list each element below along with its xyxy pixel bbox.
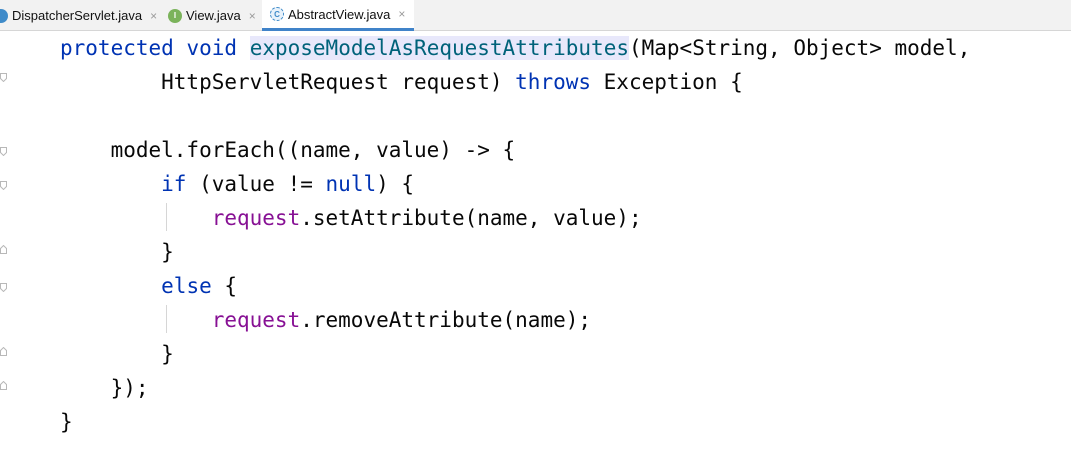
code-text: .setAttribute(name, value); [300,206,642,230]
code-method-name: exposeModelAsRequestAttributes [249,36,629,60]
editor-tab-bar: DispatcherServlet.java × I View.java × C… [0,0,1071,31]
code-field: request [211,206,301,230]
close-icon[interactable]: × [150,9,157,23]
code-line: } [60,235,174,269]
code-line: } [60,337,174,371]
fold-end-marker-icon[interactable] [0,381,7,390]
code-line: if (value != null) { [60,167,414,201]
code-text: { [211,274,238,298]
tab-abstract-view[interactable]: C AbstractView.java × [262,0,414,31]
code-text: }); [60,376,149,400]
code-keyword: null [325,172,377,196]
code-text: model.forEach((name, value) -> { [60,138,516,162]
code-line: protected void exposeModelAsRequestAttri… [60,31,970,65]
code-line: request.setAttribute(name, value); [60,201,642,235]
fold-marker-icon[interactable] [0,147,7,156]
code-text: (value != [186,172,326,196]
code-text: } [60,342,174,366]
code-keyword: protected [60,36,174,60]
fold-marker-icon[interactable] [0,181,7,190]
close-icon[interactable]: × [398,7,405,21]
code-text: ) { [376,172,415,196]
code-text: } [60,410,73,434]
code-keyword: else [161,274,212,298]
code-text: Exception { [591,70,743,94]
fold-marker-icon[interactable] [0,283,7,292]
abstract-class-icon: C [270,7,284,21]
tab-view[interactable]: I View.java × [168,0,260,31]
code-line: } [60,405,73,439]
code-field: request [211,308,301,332]
class-icon [0,8,8,23]
fold-marker-icon[interactable] [0,73,7,82]
code-line: model.forEach((name, value) -> { [60,133,516,167]
fold-end-marker-icon[interactable] [0,245,7,254]
code-text: } [60,240,174,264]
code-text: (Map<String, Object> model, [628,36,971,60]
interface-icon: I [168,8,182,23]
tab-label: View.java [186,8,241,23]
code-line: HttpServletRequest request) throws Excep… [60,65,743,99]
code-line: request.removeAttribute(name); [60,303,591,337]
code-line: }); [60,371,149,405]
code-keyword: void [186,36,238,60]
close-icon[interactable]: × [249,9,256,23]
tab-label: AbstractView.java [288,6,391,22]
code-text: .removeAttribute(name); [300,308,592,332]
editor-gutter [0,31,18,455]
code-text: HttpServletRequest request) [60,70,516,94]
code-keyword: throws [515,70,592,94]
code-line: else { [60,269,237,303]
tab-dispatcher-servlet[interactable]: DispatcherServlet.java × [0,0,160,31]
tab-label: DispatcherServlet.java [12,8,143,23]
fold-end-marker-icon[interactable] [0,347,7,356]
code-keyword: if [161,172,187,196]
